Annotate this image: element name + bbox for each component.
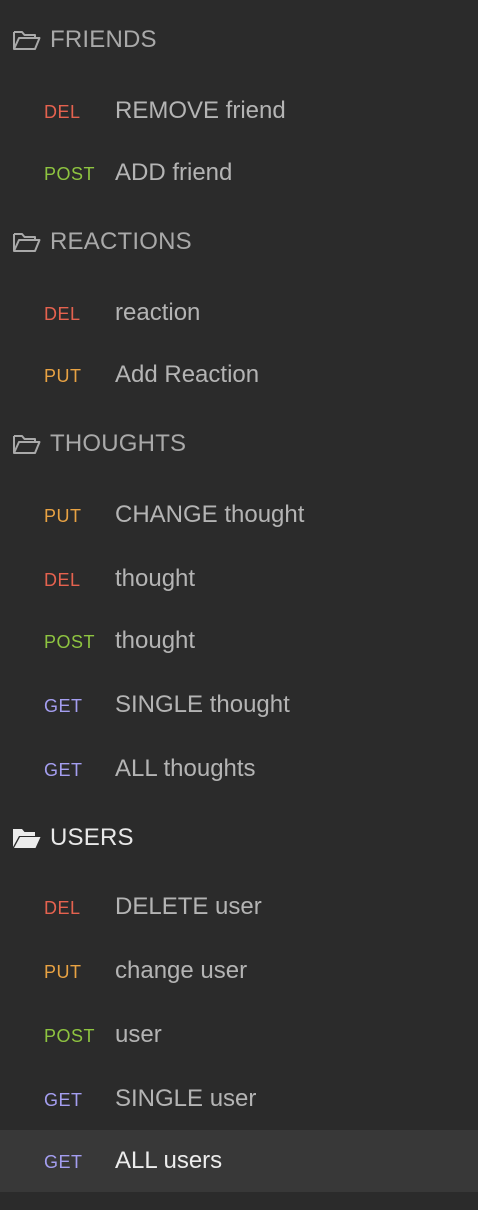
request-item-selected[interactable]: GET ALL users [0, 1130, 478, 1192]
request-item[interactable]: DEL reaction [0, 282, 478, 344]
folder-outline-icon [12, 433, 42, 455]
request-item[interactable]: PUT Add Reaction [0, 344, 478, 406]
method-badge: DEL [44, 102, 81, 122]
request-name: CHANGE thought [115, 501, 305, 528]
request-name: change user [115, 957, 248, 984]
request-name: SINGLE thought [115, 691, 290, 718]
method-badge: DEL [44, 898, 81, 918]
request-tree: FRIENDS DEL REMOVE friend POST ADD frien… [0, 0, 478, 1210]
method-badge: PUT [44, 506, 82, 526]
request-name: REMOVE friend [115, 97, 286, 124]
request-name: ALL users [115, 1147, 223, 1174]
request-name: thought [115, 627, 196, 654]
request-item[interactable]: PUT CHANGE thought [0, 484, 478, 546]
folder-thoughts[interactable]: THOUGHTS [0, 422, 478, 466]
request-item[interactable]: DEL REMOVE friend [0, 80, 478, 142]
folder-name: FRIENDS [50, 26, 157, 53]
folder-name: USERS [50, 824, 134, 851]
folder-users[interactable]: USERS [0, 816, 478, 860]
request-item[interactable]: POST thought [0, 610, 478, 672]
method-badge: GET [44, 1152, 83, 1172]
request-name: thought [115, 565, 196, 592]
folder-filled-icon [12, 827, 42, 849]
request-name: Add Reaction [115, 361, 260, 388]
request-item[interactable]: GET SINGLE user [0, 1068, 478, 1130]
request-item[interactable]: POST ADD friend [0, 142, 478, 204]
request-name: reaction [115, 299, 201, 326]
request-name: ADD friend [115, 159, 233, 186]
request-item[interactable]: POST user [0, 1004, 478, 1066]
method-badge: PUT [44, 366, 82, 386]
method-badge: PUT [44, 962, 82, 982]
request-item[interactable]: DEL thought [0, 548, 478, 610]
folder-name: REACTIONS [50, 228, 192, 255]
method-badge: GET [44, 696, 83, 716]
request-item[interactable]: GET ALL thoughts [0, 738, 478, 800]
method-badge: DEL [44, 304, 81, 324]
request-name: DELETE user [115, 893, 262, 920]
folder-name: THOUGHTS [50, 430, 187, 457]
method-badge: POST [44, 632, 96, 652]
folder-outline-icon [12, 231, 42, 253]
method-badge: POST [44, 164, 96, 184]
method-badge: DEL [44, 570, 81, 590]
folder-reactions[interactable]: REACTIONS [0, 220, 478, 264]
folder-friends[interactable]: FRIENDS [0, 18, 478, 62]
folder-outline-icon [12, 29, 42, 51]
method-badge: GET [44, 760, 83, 780]
request-name: SINGLE user [115, 1085, 257, 1112]
request-item[interactable]: GET SINGLE thought [0, 674, 478, 736]
method-badge: POST [44, 1026, 96, 1046]
request-item[interactable]: PUT change user [0, 940, 478, 1002]
request-item[interactable]: DEL DELETE user [0, 876, 478, 938]
request-name: user [115, 1021, 162, 1048]
method-badge: GET [44, 1090, 83, 1110]
request-name: ALL thoughts [115, 755, 256, 782]
